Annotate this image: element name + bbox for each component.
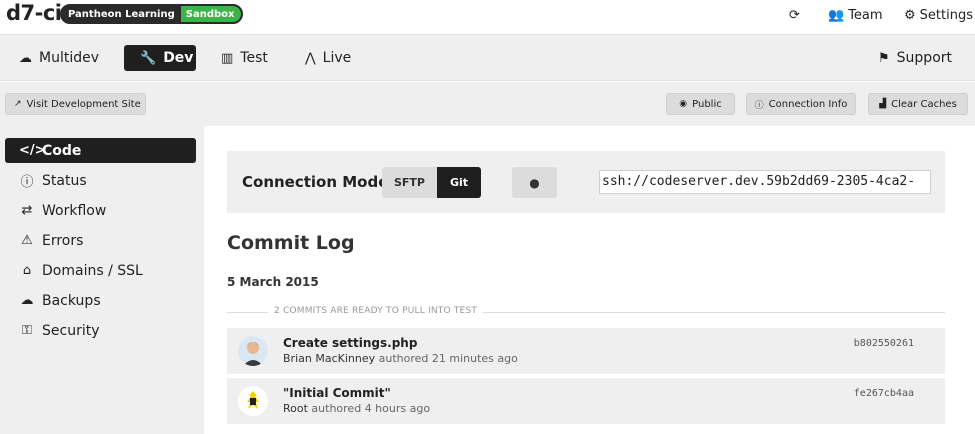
tab-label: Multidev xyxy=(39,50,100,66)
commit-date: 5 March 2015 xyxy=(227,275,319,289)
plan-badge: Sandbox xyxy=(180,6,242,22)
commit-hash[interactable]: b802550261 xyxy=(854,338,914,349)
sidebar-item-security[interactable]: ⚿ Security xyxy=(5,318,196,343)
cloud-upload-icon: ☁ xyxy=(20,293,34,308)
tab-live[interactable]: ⋀ Live xyxy=(297,45,359,71)
home-icon: ⌂ xyxy=(22,263,32,278)
sidebar-item-label: Domains / SSL xyxy=(42,262,143,279)
warning-icon: ⚠ xyxy=(21,233,33,248)
commit-log-title: Commit Log xyxy=(227,232,355,254)
connection-panel: Connection Mode: SFTP Git ● ssh://codese… xyxy=(227,151,945,213)
team-label: Team xyxy=(848,7,883,23)
sidebar-item-errors[interactable]: ⚠ Errors xyxy=(5,228,196,253)
commit-time: 4 hours ago xyxy=(364,402,431,415)
sidebar-item-label: Security xyxy=(42,322,100,339)
wrench-icon: 🔧 xyxy=(140,50,157,66)
support-button[interactable]: ⚑ Support xyxy=(870,45,960,71)
connection-mode-toggle[interactable]: SFTP Git xyxy=(382,167,481,198)
commit-hash[interactable]: fe267cb4aa xyxy=(854,388,914,399)
settings-label: Settings xyxy=(919,7,973,23)
pulse-icon: ⋀ xyxy=(305,50,316,66)
commit-meta: Brian MacKinney authored 21 minutes ago xyxy=(283,352,518,365)
tab-test[interactable]: ▥ Test xyxy=(213,45,276,71)
flag-icon: ⚑ xyxy=(878,50,890,66)
tab-label: Dev xyxy=(163,50,194,66)
commit-time: 21 minutes ago xyxy=(431,352,518,365)
sidebar-item-label: Errors xyxy=(42,232,84,249)
sftp-mode-button[interactable]: SFTP xyxy=(382,167,437,198)
info-icon: ⓘ xyxy=(754,100,764,111)
broom-icon: ▟ xyxy=(879,99,887,109)
org-badge[interactable]: Pantheon Learning Sandbox xyxy=(60,4,244,24)
visit-site-button[interactable]: ↗ Visit Development Site xyxy=(5,93,146,115)
sidebar-item-code[interactable]: </> Code xyxy=(5,138,196,163)
avatar xyxy=(238,386,268,416)
clear-caches-label: Clear Caches xyxy=(891,98,957,110)
gear-icon: ⚙ xyxy=(904,7,916,23)
sidebar-item-domains[interactable]: ⌂ Domains / SSL xyxy=(5,258,196,283)
sidebar-item-workflow[interactable]: ⇄ Workflow xyxy=(5,198,196,223)
cloud-icon: ☁ xyxy=(19,50,32,66)
ssh-url-field[interactable]: ssh://codeserver.dev.59b2dd69-2305-4ca2- xyxy=(599,170,931,194)
commit-message: "Initial Commit" xyxy=(283,386,391,400)
commit-verb: authored xyxy=(378,352,429,365)
tab-label: Test xyxy=(240,50,268,66)
code-icon: </> xyxy=(19,143,46,158)
sidebar: </> Code ⓘ Status ⇄ Workflow ⚠ Errors ⌂ … xyxy=(0,126,204,434)
refresh-icon: ⟳ xyxy=(789,7,800,23)
clear-caches-button[interactable]: ▟ Clear Caches xyxy=(868,93,968,115)
sidebar-item-label: Code xyxy=(42,142,82,159)
refresh-button[interactable]: ⟳ xyxy=(789,5,804,25)
globe-icon: ◉ xyxy=(679,99,688,109)
commit-row[interactable]: "Initial Commit" Root authored 4 hours a… xyxy=(227,378,945,424)
org-name: Pantheon Learning xyxy=(68,9,175,20)
external-link-icon: ↗ xyxy=(14,99,22,109)
connection-mode-label: Connection Mode: xyxy=(242,173,395,191)
site-name[interactable]: d7-ci xyxy=(6,1,62,25)
commit-row[interactable]: Create settings.php Brian MacKinney auth… xyxy=(227,328,945,374)
sidebar-item-label: Backups xyxy=(42,292,101,309)
git-mode-button[interactable]: Git xyxy=(437,167,481,198)
bar-chart-icon: ▥ xyxy=(221,50,234,66)
key-icon: ⚿ xyxy=(22,323,32,338)
main-content: Connection Mode: SFTP Git ● ssh://codese… xyxy=(204,126,975,434)
connection-info-label: Connection Info xyxy=(768,98,848,110)
sidebar-item-status[interactable]: ⓘ Status xyxy=(5,168,196,193)
info-icon: ● xyxy=(529,175,540,190)
connection-info-toggle[interactable]: ● xyxy=(512,167,557,198)
commit-message: Create settings.php xyxy=(283,336,418,350)
commits-ready-notice: 2 COMMITS ARE READY TO PULL INTO TEST xyxy=(268,306,484,316)
sidebar-item-backups[interactable]: ☁ Backups xyxy=(5,288,196,313)
commit-author: Brian MacKinney xyxy=(283,352,376,365)
public-button[interactable]: ◉ Public xyxy=(666,93,735,115)
users-icon: 👥 xyxy=(828,7,845,23)
sidebar-item-label: Workflow xyxy=(42,202,107,219)
team-button[interactable]: 👥 Team xyxy=(828,5,883,25)
workflow-icon: ⇄ xyxy=(21,203,33,218)
connection-info-button[interactable]: ⓘ Connection Info xyxy=(746,93,856,115)
visit-site-label: Visit Development Site xyxy=(26,98,141,110)
action-bar: ↗ Visit Development Site ◉ Public ⓘ Conn… xyxy=(0,82,975,126)
settings-button[interactable]: ⚙ Settings xyxy=(904,5,973,25)
commit-author: Root xyxy=(283,402,308,415)
environment-tabs: ☁ Multidev 🔧 Dev ▥ Test ⋀ Live ⚑ Support xyxy=(0,34,975,81)
public-label: Public xyxy=(692,98,722,110)
tab-dev[interactable]: 🔧 Dev xyxy=(124,45,196,71)
commit-verb: authored xyxy=(311,402,362,415)
commit-meta: Root authored 4 hours ago xyxy=(283,402,430,415)
support-label: Support xyxy=(896,50,952,66)
sidebar-item-label: Status xyxy=(42,172,87,189)
tab-label: Live xyxy=(322,50,352,66)
tab-multidev[interactable]: ☁ Multidev xyxy=(11,45,107,71)
info-icon: ⓘ xyxy=(20,175,34,190)
top-bar: d7-ci Pantheon Learning Sandbox ⟳ 👥 Team… xyxy=(0,0,975,33)
avatar xyxy=(238,336,268,366)
